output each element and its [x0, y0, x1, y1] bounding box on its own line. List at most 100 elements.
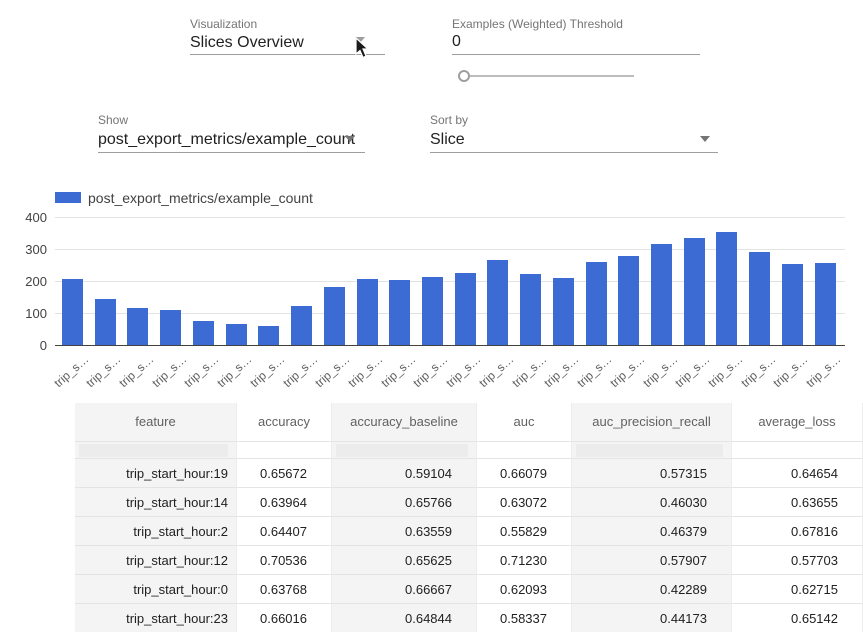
- chart-bar[interactable]: [651, 244, 672, 345]
- chart-bar[interactable]: [815, 263, 836, 345]
- metric-cell: 0.57315: [572, 458, 732, 487]
- metric-cell: 0.57907: [572, 545, 732, 574]
- column-header-accuracy[interactable]: accuracy: [237, 403, 332, 441]
- metric-cell: 0.46379: [572, 516, 732, 545]
- metric-cell: 0.64844: [332, 603, 477, 632]
- column-filter-input[interactable]: [576, 444, 723, 457]
- metric-cell: 0.64407: [237, 516, 332, 545]
- chart-bar[interactable]: [684, 238, 705, 345]
- metric-cell: 0.46030: [572, 487, 732, 516]
- chevron-down-icon[interactable]: [700, 136, 710, 142]
- feature-cell: trip_start_hour:2: [75, 516, 237, 545]
- chart-bar[interactable]: [357, 279, 378, 345]
- chevron-down-icon[interactable]: [345, 136, 355, 142]
- show-select[interactable]: post_export_metrics/example_count: [98, 131, 355, 149]
- y-axis-tick: 400: [7, 210, 47, 225]
- metric-cell: 0.66016: [237, 603, 332, 632]
- gridline-0: [55, 345, 845, 346]
- table-row: trip_start_hour:190.656720.591040.660790…: [75, 458, 863, 487]
- column-filter-input[interactable]: [336, 444, 468, 457]
- chart-bar[interactable]: [193, 321, 214, 345]
- table-filter-row: [75, 441, 863, 458]
- column-filter-input[interactable]: [481, 444, 563, 457]
- column-header-accuracy_baseline[interactable]: accuracy_baseline: [332, 403, 477, 441]
- metric-cell: 0.57703: [732, 545, 863, 574]
- table-row: trip_start_hour:140.639640.657660.630720…: [75, 487, 863, 516]
- chart-bar[interactable]: [95, 299, 116, 345]
- metric-cell: 0.65672: [237, 458, 332, 487]
- table-header-row: featureaccuracyaccuracy_baselineaucauc_p…: [75, 403, 863, 441]
- sort-by-underline: [430, 152, 718, 153]
- show-underline: [98, 152, 365, 153]
- sort-by-select[interactable]: Slice: [430, 131, 465, 149]
- chart-bar[interactable]: [258, 326, 279, 345]
- chart-bar[interactable]: [618, 256, 639, 345]
- chart-bar[interactable]: [782, 264, 803, 345]
- metric-cell: 0.63072: [477, 487, 572, 516]
- legend-label: post_export_metrics/example_count: [88, 190, 313, 206]
- chart-bar[interactable]: [389, 280, 410, 345]
- metric-cell: 0.42289: [572, 574, 732, 603]
- table-row: trip_start_hour:20.644070.635590.558290.…: [75, 516, 863, 545]
- chart-bar[interactable]: [160, 310, 181, 346]
- chart-bar[interactable]: [127, 308, 148, 345]
- table-row: trip_start_hour:120.705360.656250.712300…: [75, 545, 863, 574]
- metric-cell: 0.59104: [332, 458, 477, 487]
- metric-cell: 0.63655: [732, 487, 863, 516]
- metric-cell: 0.63768: [237, 574, 332, 603]
- chart-bar[interactable]: [553, 278, 574, 346]
- column-header-auc[interactable]: auc: [477, 403, 572, 441]
- metric-cell: 0.63964: [237, 487, 332, 516]
- feature-cell: trip_start_hour:23: [75, 603, 237, 632]
- metric-cell: 0.63559: [332, 516, 477, 545]
- chart-bar[interactable]: [324, 287, 345, 345]
- chart-bar[interactable]: [520, 274, 541, 345]
- chart-bar[interactable]: [226, 324, 247, 345]
- chart-bar[interactable]: [291, 306, 312, 345]
- threshold-input[interactable]: 0: [452, 33, 461, 51]
- metric-cell: 0.71230: [477, 545, 572, 574]
- metric-cell: 0.58337: [477, 603, 572, 632]
- slices-bar-chart: post_export_metrics/example_count 010020…: [0, 185, 863, 403]
- metric-cell: 0.44173: [572, 603, 732, 632]
- column-filter-input[interactable]: [736, 444, 854, 457]
- visualization-select[interactable]: Slices Overview: [190, 34, 304, 52]
- filter-cell: [332, 441, 477, 458]
- column-filter-input[interactable]: [241, 444, 323, 457]
- column-header-auc_precision_recall[interactable]: auc_precision_recall: [572, 403, 732, 441]
- metric-cell: 0.65766: [332, 487, 477, 516]
- slices-overview-page: { "controls": { "visualization": { "labe…: [0, 0, 863, 626]
- filter-cell: [237, 441, 332, 458]
- sort-by-label: Sort by: [430, 113, 468, 127]
- gridline-400: [55, 217, 845, 218]
- y-axis-tick: 100: [7, 306, 47, 321]
- visualization-label: Visualization: [190, 17, 257, 31]
- chart-bar[interactable]: [62, 279, 83, 345]
- metric-cell: 0.65625: [332, 545, 477, 574]
- chart-bar[interactable]: [586, 262, 607, 346]
- chart-bar[interactable]: [749, 252, 770, 345]
- feature-cell: trip_start_hour:14: [75, 487, 237, 516]
- y-axis-tick: 0: [7, 338, 47, 353]
- filter-cell: [75, 441, 237, 458]
- table-row: trip_start_hour:00.637680.666670.620930.…: [75, 574, 863, 603]
- metric-cell: 0.62093: [477, 574, 572, 603]
- metric-cell: 0.65142: [732, 603, 863, 632]
- filter-cell: [572, 441, 732, 458]
- y-axis-tick: 300: [7, 242, 47, 257]
- legend-swatch: [55, 192, 81, 203]
- column-filter-input[interactable]: [79, 444, 228, 457]
- chart-bar[interactable]: [487, 260, 508, 345]
- threshold-slider-track[interactable]: [458, 75, 634, 77]
- threshold-slider-handle[interactable]: [458, 70, 470, 82]
- metric-cell: 0.62715: [732, 574, 863, 603]
- metric-cell: 0.55829: [477, 516, 572, 545]
- column-header-average_loss[interactable]: average_loss: [732, 403, 863, 441]
- chart-bar[interactable]: [716, 232, 737, 345]
- table-body: trip_start_hour:190.656720.591040.660790…: [75, 458, 863, 632]
- chart-bar[interactable]: [422, 277, 443, 345]
- metric-cell: 0.70536: [237, 545, 332, 574]
- threshold-label: Examples (Weighted) Threshold: [452, 17, 623, 31]
- chart-bar[interactable]: [455, 273, 476, 345]
- column-header-feature[interactable]: feature: [75, 403, 237, 441]
